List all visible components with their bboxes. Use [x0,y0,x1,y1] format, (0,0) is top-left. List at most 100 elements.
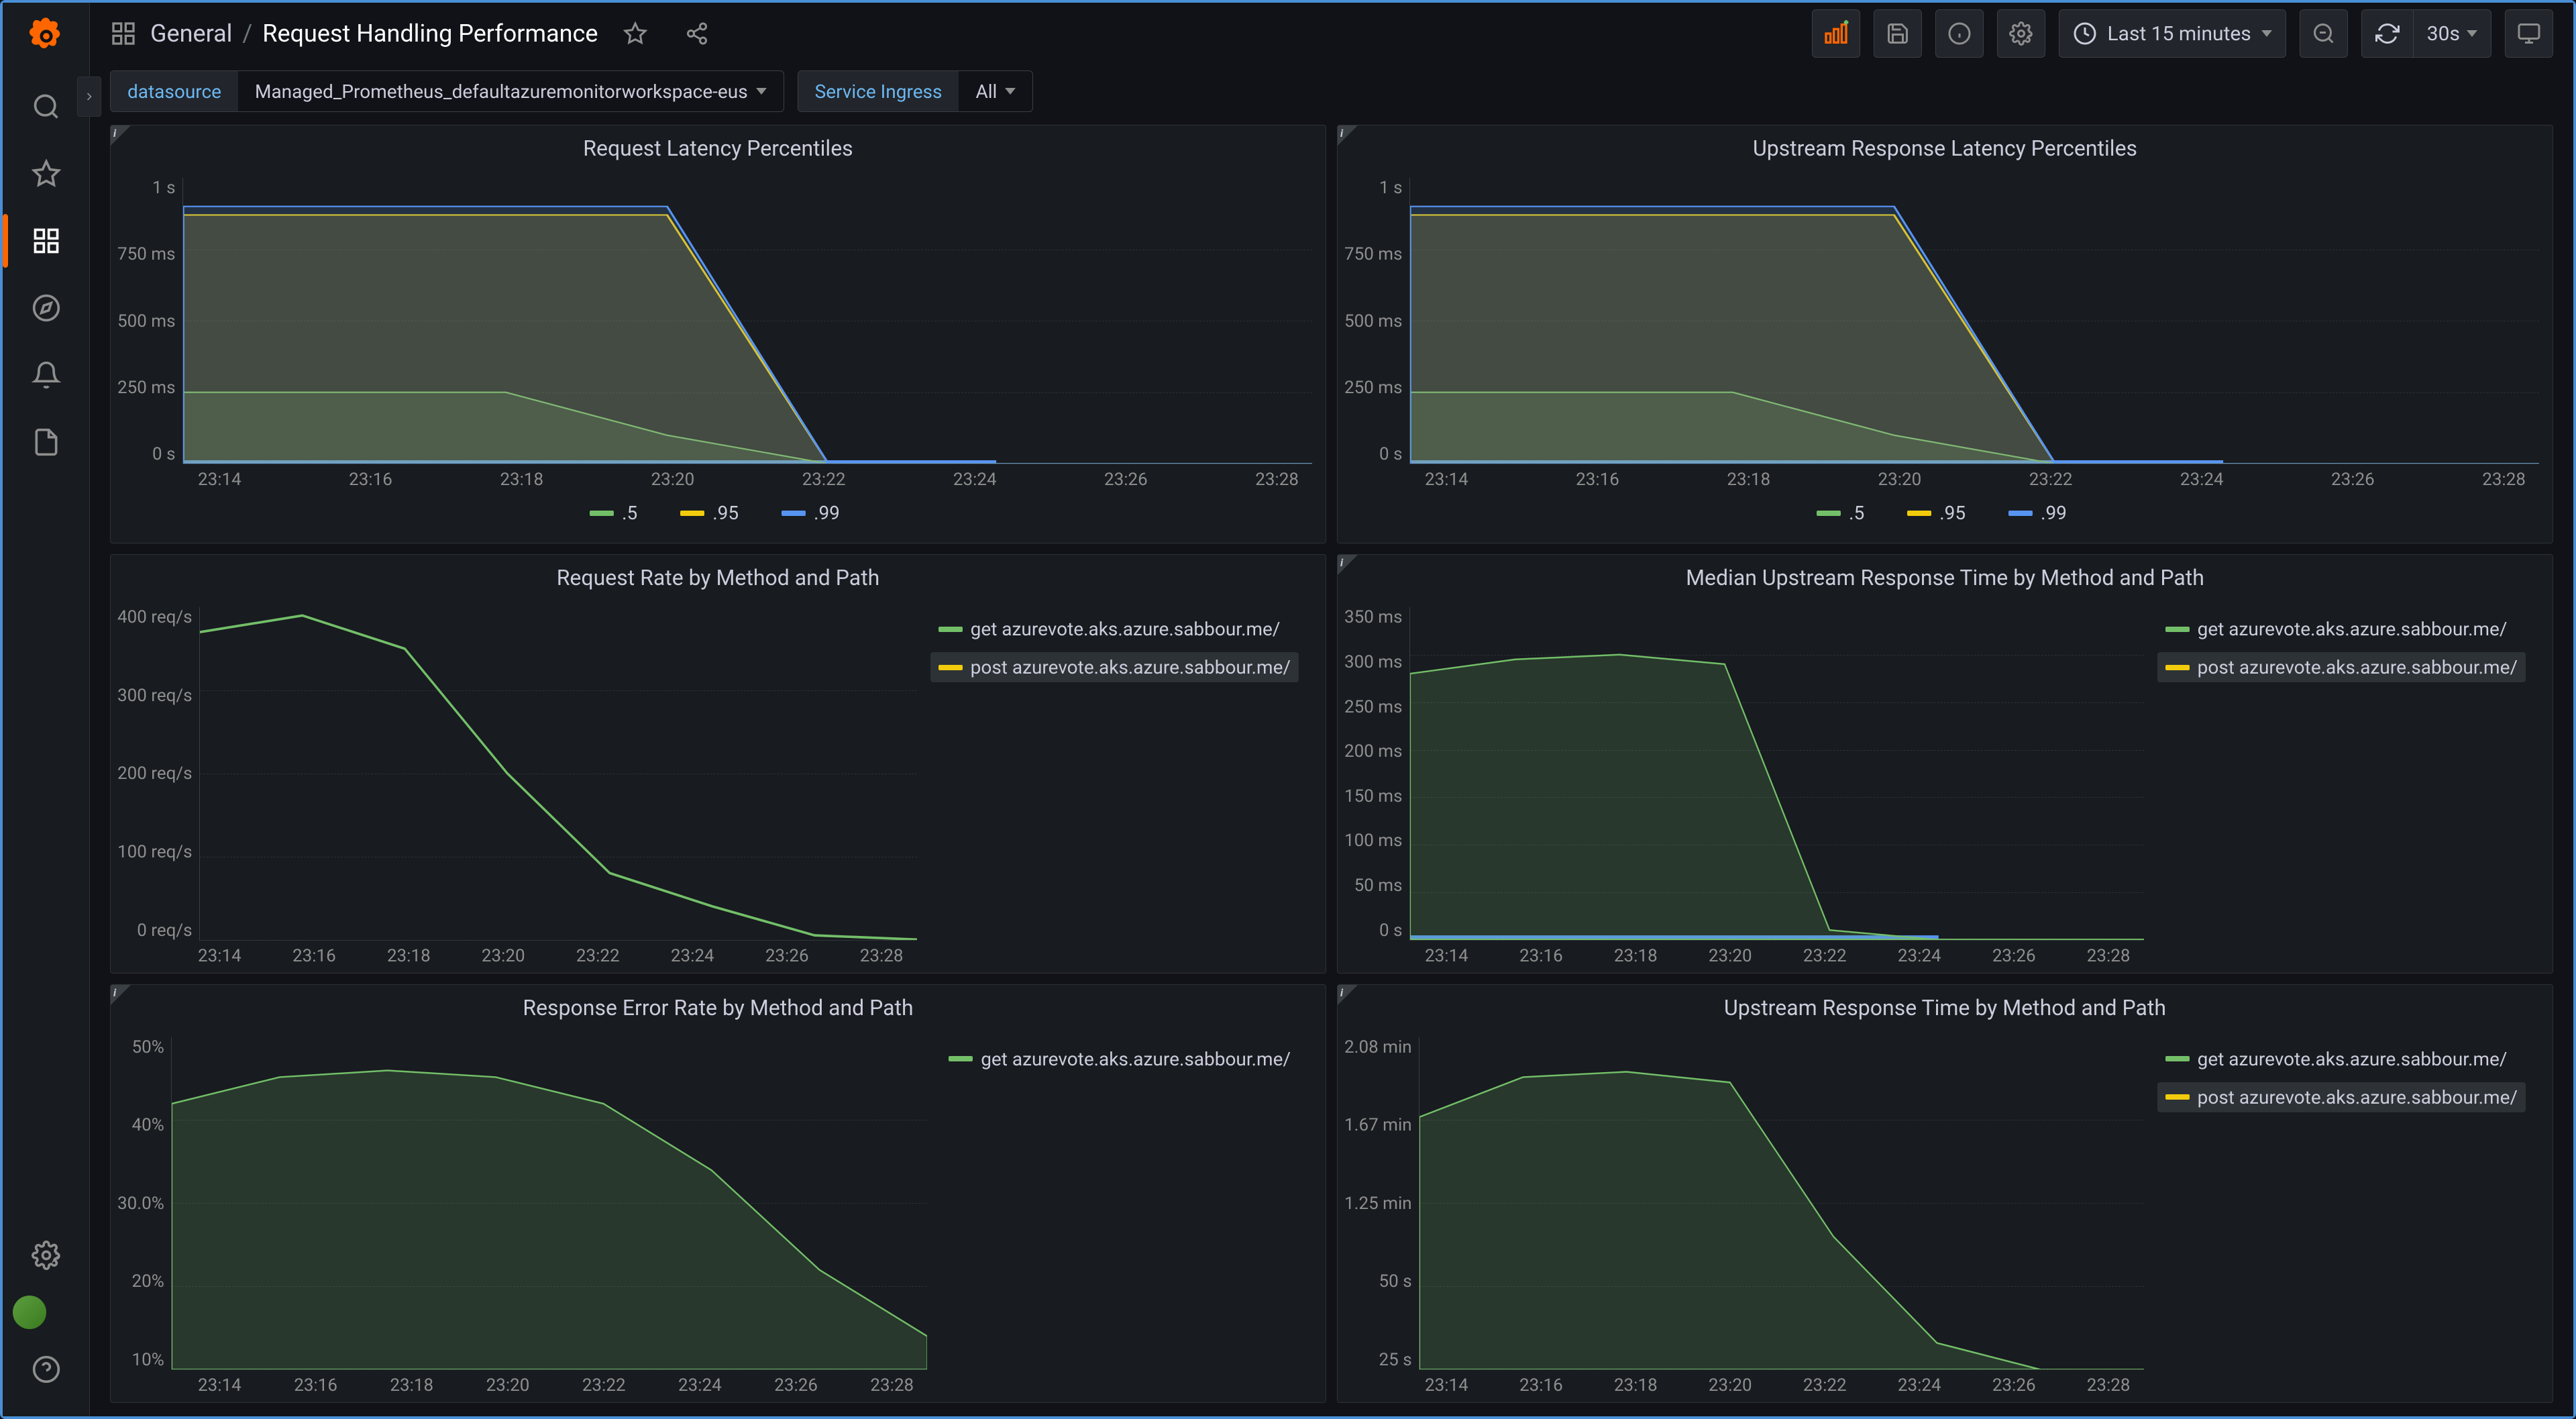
y-tick: 500 ms [1344,311,1403,331]
breadcrumb-title[interactable]: Request Handling Performance [262,19,598,48]
panel[interactable]: Median Upstream Response Time by Method … [1337,554,2553,973]
chart-area: 1 s750 ms500 ms250 ms0 s23:1423:1623:182… [111,171,1326,543]
legend-swatch [1817,511,1841,516]
tv-mode-button[interactable] [2505,9,2553,58]
panel-info-corner[interactable] [1338,125,1358,146]
x-tick: 23:22 [1803,1375,1847,1396]
x-tick: 23:18 [1614,1375,1658,1396]
add-panel-button[interactable] [1812,9,1860,58]
nav-configuration[interactable] [13,1222,80,1289]
nav-explore[interactable] [13,274,80,341]
x-tick: 23:16 [292,946,336,966]
chevron-down-icon [756,88,767,95]
panel-title: Response Error Rate by Method and Path [111,985,1326,1031]
chevron-down-icon [1005,88,1016,95]
x-tick: 23:28 [2482,470,2526,490]
nav-starred[interactable] [13,140,80,207]
panel[interactable]: Response Error Rate by Method and Path 50… [110,984,1326,1403]
y-tick: 200 req/s [117,764,193,784]
chart-area: 350 ms300 ms250 ms200 ms150 ms100 ms50 m… [1338,600,2553,972]
x-tick: 23:26 [1104,470,1148,490]
variable-datasource[interactable]: datasource Managed_Prometheus_defaultazu… [110,70,784,112]
refresh-picker[interactable]: 30s [2361,9,2491,58]
panel[interactable]: Request Latency Percentiles1 s750 ms500 … [110,125,1326,543]
x-axis: 23:1423:1623:1823:2023:2223:2423:2623:28 [1344,941,2144,966]
y-tick: 1 s [152,178,175,198]
legend-item[interactable]: .99 [2000,498,2075,528]
star-button[interactable] [611,9,659,58]
y-tick: 300 req/s [117,686,193,706]
nav-dashboards[interactable] [13,207,80,274]
x-tick: 23:22 [2029,470,2073,490]
zoom-out-button[interactable] [2300,9,2348,58]
x-tick: 23:20 [486,1375,530,1396]
y-tick: 300 ms [1344,652,1403,672]
legend-item[interactable]: .5 [582,498,645,528]
y-tick: 1 s [1379,178,1402,198]
legend-item[interactable]: get azurevote.aks.azure.sabbour.me/ [941,1044,1299,1074]
x-tick: 23:22 [582,1375,626,1396]
legend-swatch [782,511,806,516]
legend-item[interactable]: .95 [672,498,747,528]
x-tick: 23:28 [2087,946,2131,966]
time-range-picker[interactable]: Last 15 minutes [2059,9,2286,58]
plot-area[interactable] [1419,1037,2144,1370]
panel[interactable]: Upstream Response Latency Percentiles1 s… [1337,125,2553,543]
user-avatar[interactable] [13,1296,46,1329]
panel-title: Upstream Response Time by Method and Pat… [1338,985,2553,1031]
legend-item[interactable]: .95 [1899,498,1974,528]
breadcrumb-folder[interactable]: General [150,19,232,48]
refresh-button[interactable] [2362,10,2414,57]
legend-swatch [2008,511,2033,516]
y-axis: 1 s750 ms500 ms250 ms0 s [117,178,182,464]
plot-area[interactable] [182,178,1312,464]
chevron-down-icon [2467,30,2477,37]
panel-info-corner[interactable] [111,125,131,146]
grafana-logo[interactable] [23,13,70,60]
legend-item[interactable]: .99 [773,498,848,528]
x-tick: 23:20 [1709,946,1752,966]
info-button[interactable] [1935,9,1984,58]
y-tick: 50 ms [1354,876,1403,896]
legend-item[interactable]: .5 [1809,498,1872,528]
refresh-interval[interactable]: 30s [2414,22,2491,46]
legend-swatch [2165,665,2190,670]
y-axis: 50%40%30.0%20%10% [117,1037,171,1370]
nav-alerting[interactable] [13,341,80,409]
x-tick: 23:14 [198,470,241,490]
plot-area[interactable] [1409,607,2144,940]
legend-item[interactable]: post azurevote.aks.azure.sabbour.me/ [930,652,1299,682]
x-tick: 23:22 [802,470,846,490]
save-button[interactable] [1874,9,1922,58]
x-tick: 23:24 [1898,1375,1941,1396]
x-tick: 23:20 [651,470,695,490]
panel-info-corner[interactable] [111,985,131,1005]
legend-swatch [1907,511,1931,516]
x-tick: 23:26 [1992,946,2036,966]
legend-item[interactable]: post azurevote.aks.azure.sabbour.me/ [2157,652,2526,682]
nav-search[interactable] [13,73,80,140]
plot-area[interactable] [1409,178,2539,464]
x-tick: 23:28 [1255,470,1299,490]
x-tick: 23:16 [349,470,392,490]
nav-pages[interactable] [13,409,80,476]
nav-help[interactable] [13,1336,80,1403]
panel[interactable]: Upstream Response Time by Method and Pat… [1337,984,2553,1403]
expand-sidebar-button[interactable] [77,76,101,117]
variable-ingress[interactable]: Service Ingress All [798,70,1034,112]
legend-item[interactable]: post azurevote.aks.azure.sabbour.me/ [2157,1082,2526,1112]
plot-area[interactable] [171,1037,927,1370]
panel[interactable]: Request Rate by Method and Path400 req/s… [110,554,1326,973]
legend-item[interactable]: get azurevote.aks.azure.sabbour.me/ [2157,614,2526,644]
legend-item[interactable]: get azurevote.aks.azure.sabbour.me/ [2157,1044,2526,1074]
legend-item[interactable]: get azurevote.aks.azure.sabbour.me/ [930,614,1299,644]
y-tick: 0 s [1379,444,1402,464]
y-axis: 2.08 min1.67 min1.25 min50 s25 s [1344,1037,1419,1370]
settings-button[interactable] [1997,9,2045,58]
x-tick: 23:18 [390,1375,433,1396]
panel-info-corner[interactable] [1338,555,1358,575]
plot-area[interactable] [199,607,917,940]
panel-title: Request Rate by Method and Path [111,555,1326,600]
share-button[interactable] [673,9,721,58]
panel-info-corner[interactable] [1338,985,1358,1005]
